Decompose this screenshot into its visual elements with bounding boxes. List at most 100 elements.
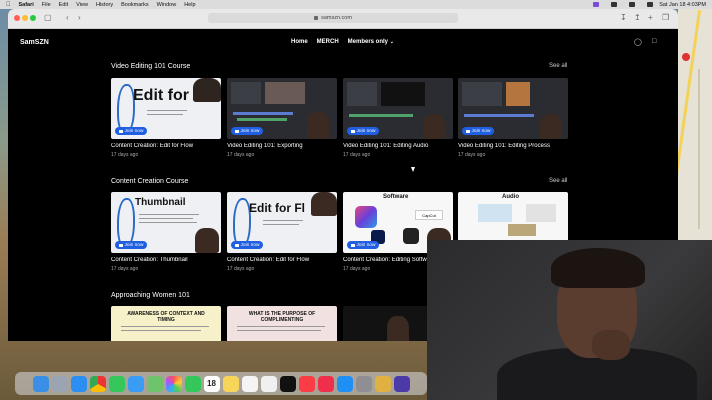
sidebar-toggle-icon[interactable]: ▢ [44, 13, 52, 23]
thumbnail-text: Software [383, 194, 409, 200]
course-card[interactable]: Join now Video Editing 101: Editing Audi… [343, 78, 453, 158]
join-now-button[interactable]: Join now [462, 127, 495, 135]
card-thumbnail[interactable]: Edit for F Join now [111, 78, 221, 139]
thumbnail-lines [237, 326, 325, 327]
maximize-window-button[interactable] [30, 15, 36, 21]
menubar-clock[interactable]: Sat Jan 18 4:03PM [659, 2, 706, 8]
thumbnail-lines [139, 222, 197, 223]
menu-safari[interactable]: Safari [19, 2, 34, 8]
bag-icon[interactable]: □ [652, 38, 656, 45]
site-logo[interactable]: SamSZN [20, 39, 49, 46]
presenter-image [195, 228, 219, 253]
see-all-content-creation[interactable]: See all [549, 178, 567, 184]
preview-icon[interactable] [393, 375, 410, 392]
card-thumbnail[interactable]: Thumbnail Join now [111, 192, 221, 253]
card-thumbnail[interactable]: WHAT IS THE PURPOSE OF COMPLIMENTING [227, 306, 337, 341]
settings-icon[interactable] [355, 375, 372, 392]
card-thumbnail[interactable]: Join now [227, 78, 337, 139]
apple-icon[interactable]:  [6, 2, 11, 8]
join-now-button[interactable]: Join now [347, 241, 380, 249]
wifi-icon[interactable] [611, 2, 618, 7]
thumbnail-lines [139, 218, 193, 219]
minimize-window-button[interactable] [22, 15, 28, 21]
final-cut-pro-icon [355, 206, 377, 228]
reminders-icon[interactable] [241, 375, 258, 392]
share-icon[interactable]: ↥ [634, 13, 641, 23]
menu-file[interactable]: File [42, 2, 51, 8]
course-card[interactable]: Join now Video Editing 101: Exporting 17… [227, 78, 337, 158]
nav-merch[interactable]: MERCH [317, 39, 339, 45]
course-card[interactable]: AWARENESS OF CONTEXT AND TIMING [111, 306, 221, 341]
help-icon[interactable] [374, 375, 391, 392]
control-center-icon[interactable] [647, 2, 654, 7]
card-title[interactable]: Video Editing 101: Exporting [227, 143, 337, 149]
menu-bookmarks[interactable]: Bookmarks [121, 2, 149, 8]
tab-overview-icon[interactable]: ❐ [662, 13, 669, 23]
notes-icon[interactable] [222, 375, 239, 392]
menu-window[interactable]: Window [157, 2, 177, 8]
card-title[interactable]: Content Creation: Thumbnail [111, 257, 221, 263]
mail-icon[interactable] [127, 375, 144, 392]
maps-icon[interactable] [146, 375, 163, 392]
card-thumbnail[interactable]: AWARENESS OF CONTEXT AND TIMING [111, 306, 221, 341]
close-window-button[interactable] [14, 15, 20, 21]
music-icon[interactable] [298, 375, 315, 392]
join-now-button[interactable]: Join now [231, 241, 264, 249]
appstore-icon[interactable] [336, 375, 353, 392]
menu-edit[interactable]: Edit [59, 2, 68, 8]
map-pin-icon[interactable] [682, 53, 690, 61]
menu-help[interactable]: Help [184, 2, 195, 8]
new-tab-icon[interactable]: + [648, 13, 653, 23]
menu-history[interactable]: History [96, 2, 113, 8]
macos-dock: 18 [15, 372, 427, 395]
chrome-icon[interactable] [89, 375, 106, 392]
background-map-window[interactable] [665, 9, 712, 240]
finder-icon[interactable] [32, 375, 49, 392]
back-arrow-icon[interactable]: ‹ [66, 13, 69, 23]
card-title[interactable]: Content Creation: Edit for Flow [227, 257, 337, 263]
menu-view[interactable]: View [76, 2, 88, 8]
card-title[interactable]: Video Editing 101: Editing Process [458, 143, 568, 149]
card-thumbnail[interactable]: Join now [458, 78, 568, 139]
card-time: 17 days ago [227, 152, 255, 158]
card-time: 17 days ago [111, 152, 139, 158]
product-image [526, 204, 556, 222]
join-now-label: Join now [240, 128, 260, 134]
join-now-button[interactable]: Join now [231, 127, 264, 135]
address-bar[interactable]: samszn.com [208, 13, 458, 23]
calendar-icon[interactable]: 18 [203, 375, 220, 392]
safari-icon[interactable] [70, 375, 87, 392]
course-card[interactable]: WHAT IS THE PURPOSE OF COMPLIMENTING [227, 306, 337, 341]
card-thumbnail[interactable]: Join now [343, 78, 453, 139]
forward-arrow-icon[interactable]: › [78, 13, 81, 23]
course-card[interactable]: Join now Video Editing 101: Editing Proc… [458, 78, 568, 158]
battery-icon[interactable] [593, 2, 600, 7]
card-title[interactable]: Video Editing 101: Editing Audio [343, 143, 453, 149]
join-now-button[interactable]: Join now [115, 127, 148, 135]
address-text: samszn.com [321, 15, 352, 21]
card-title[interactable]: Content Creation: Edit for Flow [111, 143, 221, 149]
photos-icon[interactable] [165, 375, 182, 392]
facetime-icon[interactable] [184, 375, 201, 392]
nav-home[interactable]: Home [291, 39, 308, 45]
search-icon[interactable] [629, 2, 636, 7]
course-card[interactable]: Thumbnail Join now Content Creation: Thu… [111, 192, 221, 272]
card-time: 17 days ago [343, 152, 371, 158]
download-icon[interactable]: ↧ [620, 13, 627, 23]
appletv-icon[interactable] [279, 375, 296, 392]
launchpad-icon[interactable] [51, 375, 68, 392]
nav-members-only[interactable]: Members only ⌄ [348, 39, 394, 45]
join-now-button[interactable]: Join now [347, 127, 380, 135]
join-now-label: Join now [356, 242, 376, 248]
card-thumbnail[interactable]: Edit for Fl Join now [227, 192, 337, 253]
person-icon[interactable]: ◯ [634, 38, 642, 46]
news-icon[interactable] [317, 375, 334, 392]
freeform-icon[interactable] [260, 375, 277, 392]
see-all-video-editing[interactable]: See all [549, 63, 567, 69]
course-card[interactable]: Edit for Fl Join now Content Creation: E… [227, 192, 337, 272]
thumbnail-lines [263, 220, 303, 221]
join-now-button[interactable]: Join now [115, 241, 148, 249]
messages-icon[interactable] [108, 375, 125, 392]
product-image [478, 204, 512, 222]
course-card[interactable]: Edit for F Join now Content Creation: Ed… [111, 78, 221, 158]
